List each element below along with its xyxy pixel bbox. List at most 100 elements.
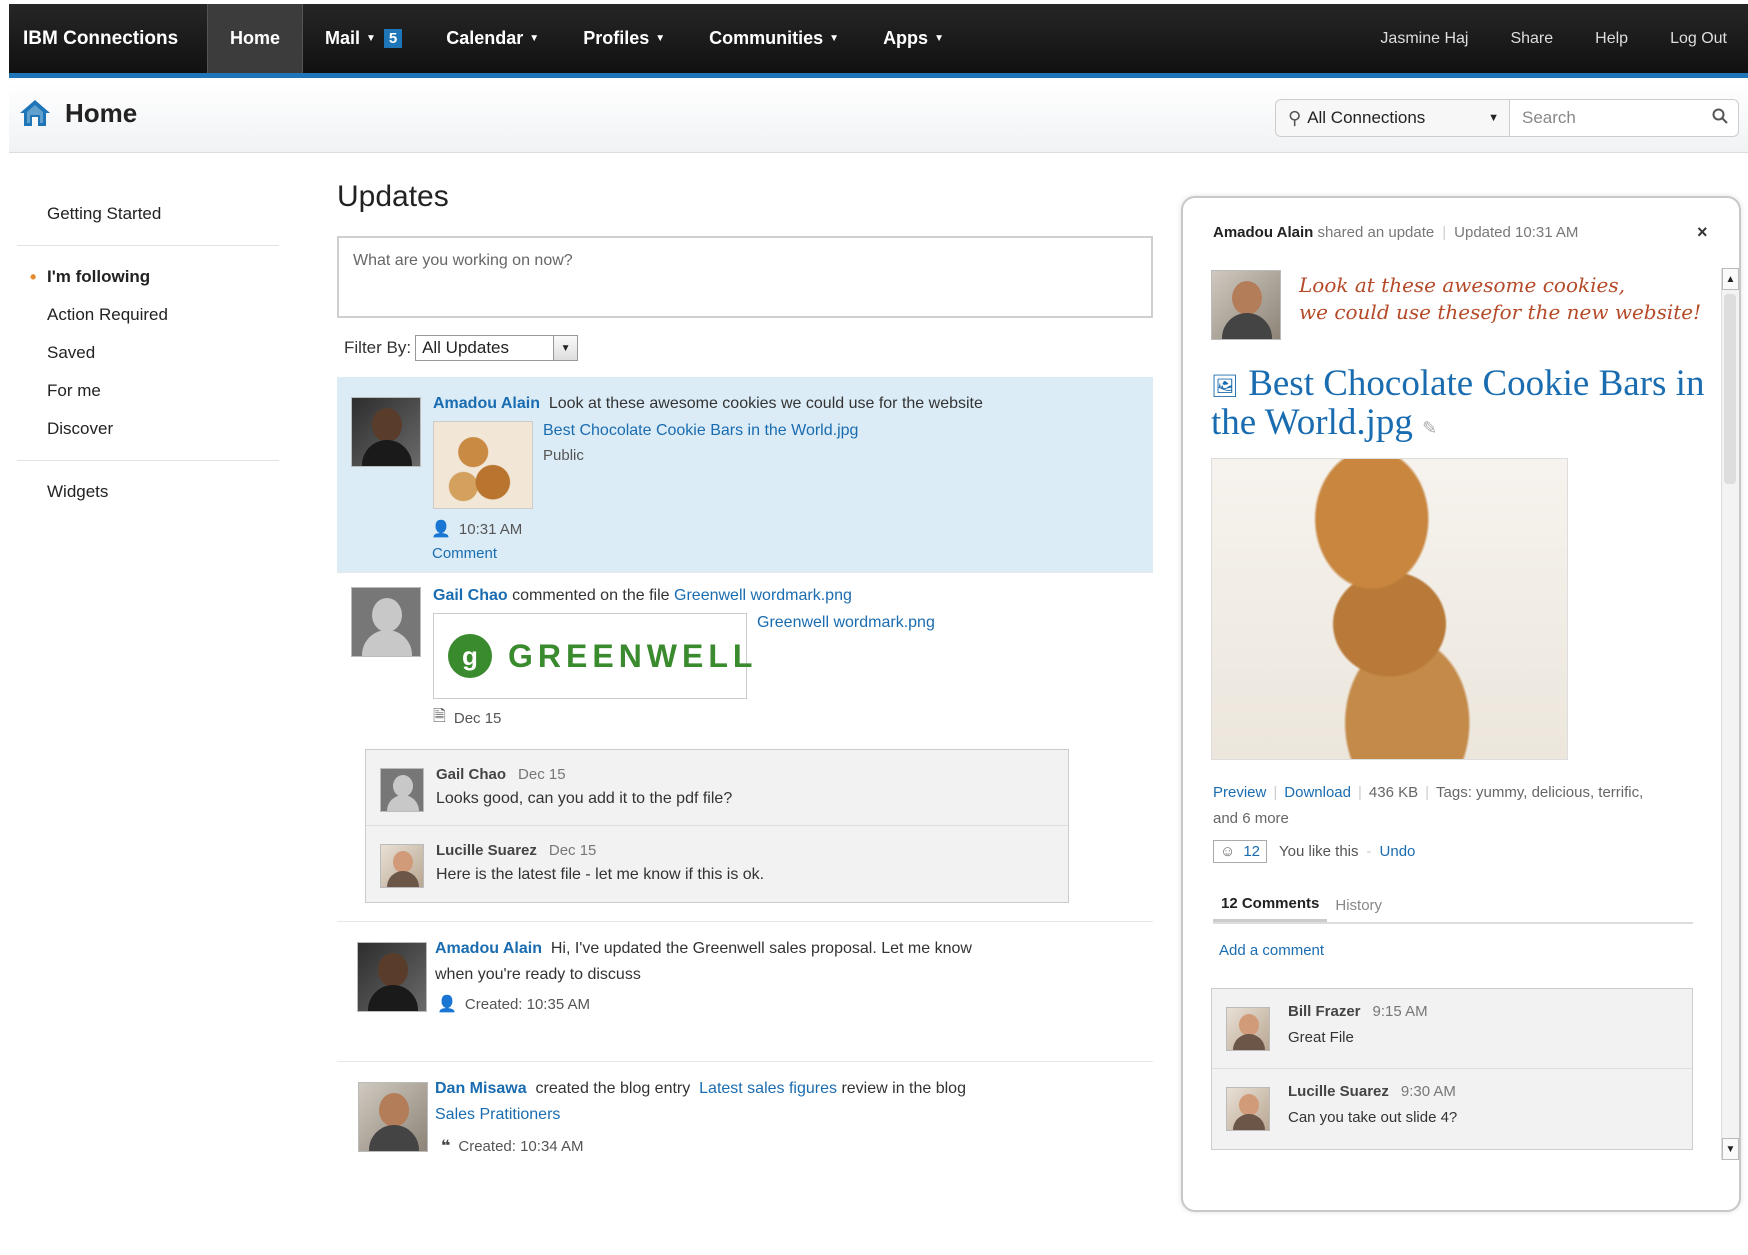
top-navigation-bar: IBM Connections Home Mail ▼ 5 Calendar ▼ Pr…: [9, 4, 1748, 78]
greenwell-thumbnail[interactable]: g GREENWELL: [433, 613, 752, 699]
tab-home[interactable]: Home: [207, 4, 303, 73]
greenwell-logo: g GREENWELL: [448, 634, 757, 678]
status-update-input[interactable]: What are you working on now?: [337, 236, 1153, 318]
tab-calendar[interactable]: Calendar ▼: [424, 4, 561, 73]
likes-bar: ☺ 12 You like this - Undo: [1213, 840, 1415, 863]
chevron-down-icon: ▼: [366, 33, 376, 44]
file-link[interactable]: Best Chocolate Cookie Bars in the World.…: [543, 422, 858, 439]
story-text: commented on the file: [512, 587, 670, 604]
avatar[interactable]: [358, 1082, 428, 1152]
avatar[interactable]: [1211, 270, 1281, 340]
cookie-thumbnail[interactable]: [433, 421, 533, 509]
story-text: Hi, I've updated the Greenwell sales pro…: [550, 940, 972, 957]
search-scope-dropdown[interactable]: ⚲ All Connections ▼: [1275, 99, 1509, 137]
panel-author[interactable]: Amadou Alain: [1213, 224, 1313, 241]
comment-item: Lucille Suarez 9:30 AM Can you take out s…: [1212, 1069, 1692, 1149]
avatar[interactable]: [380, 768, 424, 812]
sidebar-item-action-required[interactable]: Action Required: [17, 296, 279, 334]
avatar[interactable]: [1226, 1007, 1270, 1051]
add-comment-link[interactable]: Add a comment: [1219, 942, 1324, 959]
search-input[interactable]: Search: [1509, 99, 1739, 137]
you-like-text: You like this: [1279, 843, 1359, 860]
updates-title: Updates: [337, 180, 449, 213]
download-link[interactable]: Download: [1284, 784, 1351, 801]
tab-history[interactable]: History: [1327, 888, 1390, 922]
comment-author[interactable]: Lucille Suarez: [1288, 1083, 1389, 1100]
preview-link[interactable]: Preview: [1213, 784, 1266, 801]
tab-communities[interactable]: Communities ▼: [687, 4, 861, 73]
user-menu: Jasmine Haj Share Help Log Out: [1359, 4, 1748, 73]
filter-label: Filter By:: [344, 338, 412, 357]
avatar[interactable]: [357, 942, 427, 1012]
blog-entry-link[interactable]: Latest sales figures: [699, 1080, 837, 1097]
chevron-down-icon[interactable]: ▼: [553, 336, 578, 360]
page-title-text: Home: [65, 97, 138, 128]
sidebar-item-im-following[interactable]: I'm following: [17, 258, 279, 296]
author-link[interactable]: Dan Misawa: [435, 1080, 527, 1097]
sidebar-item-getting-started[interactable]: Getting Started: [17, 195, 279, 233]
pin-icon[interactable]: ✎: [1422, 418, 1437, 438]
author-link[interactable]: Amadou Alain: [433, 395, 540, 412]
close-icon[interactable]: ×: [1697, 222, 1708, 243]
tab-apps[interactable]: Apps ▼: [861, 4, 966, 73]
comment-date: Dec 15: [548, 842, 597, 859]
filter-value: All Updates: [422, 338, 509, 357]
tab-comments[interactable]: 12 Comments: [1213, 888, 1328, 922]
file-preview-image[interactable]: [1211, 458, 1568, 760]
tab-communities-label: Communities: [709, 28, 824, 48]
tab-home-label: Home: [230, 28, 281, 48]
filter-select[interactable]: All Updates ▼: [415, 335, 579, 361]
file-size: 436 KB: [1368, 784, 1419, 801]
file-link[interactable]: Greenwell wordmark.png: [674, 587, 852, 604]
person-icon: 👤: [437, 996, 457, 1013]
chevron-down-icon: ▼: [529, 33, 540, 44]
brand-logo[interactable]: IBM Connections: [9, 4, 207, 73]
author-link[interactable]: Gail Chao: [433, 587, 508, 604]
search-placeholder: Search: [1522, 108, 1576, 127]
comment-list: Gail Chao Dec 15 Looks good, can you add …: [365, 749, 1069, 903]
sidebar-item-saved[interactable]: Saved: [17, 334, 279, 372]
page-header: Home ⚲ All Connections ▼ Search: [9, 83, 1748, 153]
panel-scrollbar[interactable]: ▲ ▼: [1721, 268, 1739, 1160]
blog-link[interactable]: Sales Pratitioners: [435, 1106, 560, 1123]
sidebar-item-for-me[interactable]: For me: [17, 372, 279, 410]
file-link[interactable]: Greenwell wordmark.png: [757, 614, 935, 631]
undo-link[interactable]: Undo: [1380, 843, 1416, 860]
avatar[interactable]: [1226, 1087, 1270, 1131]
author-link[interactable]: Amadou Alain: [435, 940, 542, 957]
file-icon: 🗎: [433, 708, 446, 725]
tab-apps-label: Apps: [883, 28, 929, 48]
sidebar-item-discover[interactable]: Discover: [17, 410, 279, 448]
avatar[interactable]: [380, 844, 424, 888]
comment-link[interactable]: Comment: [432, 545, 497, 562]
avatar[interactable]: [351, 587, 421, 657]
user-name-link[interactable]: Jasmine Haj: [1359, 4, 1489, 73]
search-icon[interactable]: [1712, 108, 1728, 129]
quote-line-2: we could use thesefor the new website!: [1299, 300, 1702, 324]
like-count: 12: [1243, 843, 1261, 860]
scroll-thumb[interactable]: [1724, 294, 1736, 484]
mail-count-badge: 5: [383, 29, 403, 48]
scroll-up-icon[interactable]: ▲: [1722, 268, 1739, 290]
file-tags-more[interactable]: and 6 more: [1213, 810, 1289, 827]
comment-date: Dec 15: [518, 766, 566, 783]
comment-author[interactable]: Gail Chao: [436, 766, 506, 783]
logout-link[interactable]: Log Out: [1649, 4, 1748, 73]
avatar[interactable]: [351, 397, 421, 467]
scroll-down-icon[interactable]: ▼: [1722, 1138, 1739, 1160]
like-button[interactable]: ☺ 12: [1213, 840, 1268, 863]
help-link[interactable]: Help: [1574, 4, 1649, 73]
file-title[interactable]: 🖼 Best Chocolate Cookie Bars in the Worl…: [1211, 365, 1711, 446]
sidebar-item-widgets[interactable]: Widgets: [17, 473, 279, 511]
status-placeholder: What are you working on now?: [353, 252, 573, 269]
story-created: Created: 10:35 AM: [464, 995, 590, 1013]
comment-time: 9:15 AM: [1372, 1003, 1428, 1020]
tab-calendar-label: Calendar: [446, 28, 524, 48]
image-file-icon: 🖼: [1211, 373, 1239, 399]
comment-author[interactable]: Lucille Suarez: [436, 842, 537, 859]
tab-mail[interactable]: Mail ▼ 5: [303, 4, 424, 73]
comment-author[interactable]: Bill Frazer: [1288, 1003, 1361, 1020]
tab-profiles[interactable]: Profiles ▼: [561, 4, 687, 73]
comment-text: Here is the latest file - let me know if…: [436, 866, 765, 883]
share-link[interactable]: Share: [1489, 4, 1574, 73]
